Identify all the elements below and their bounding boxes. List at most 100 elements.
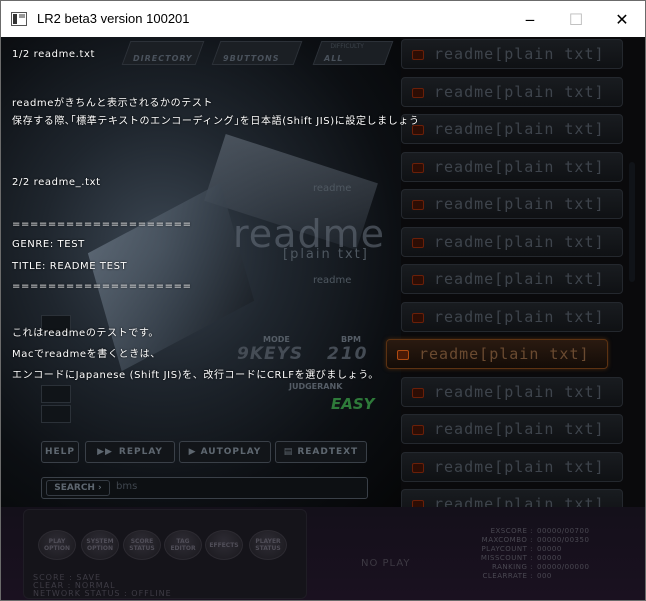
window-title: LR2 beta3 version 100201 [37,11,190,26]
song-list-item[interactable]: readme[plain txt] [401,414,623,444]
stat-value: 00000/00700 [537,527,590,535]
stat-key: MAXCOMBO : [481,536,533,544]
app-icon [11,12,27,26]
close-button[interactable]: ✕ [599,1,645,37]
folder-icon [412,237,424,248]
folder-icon [412,462,424,473]
help-button[interactable]: HELP [41,441,79,463]
song-list-item[interactable]: readme[plain txt] [401,151,623,182]
song-list-item-label: readme[plain txt] [434,157,605,176]
stat-value: 00000/00000 [537,563,590,571]
stat-line: MISSCOUNT : 00000 [471,554,621,563]
folder-icon [412,387,424,398]
app-window: LR2 beta3 version 100201 ‒ ☐ ✕ DIRECTORY… [0,0,646,601]
readme-line: 保存する際､｢標準テキストのエンコーディング｣を日本語(Shift JIS)に設… [12,116,420,127]
readme-line: GENRE: TEST [12,239,85,250]
song-list-item[interactable]: readme[plain txt] [401,114,623,144]
tab-keys[interactable]: 9BUTTONS [211,41,303,65]
network-status: NETWORK STATUS : OFFLINE [33,589,172,598]
play-icon: ▶ [188,447,197,457]
scrollbar[interactable] [629,162,635,282]
readme-line: readmeがきちんと表示されるかのテスト [12,98,214,109]
readme-line: ==================== [12,281,192,292]
option-button[interactable]: SCORE STATUS [123,530,161,560]
stat-line: EXSCORE : 00000/00700 [471,527,621,536]
replay-button[interactable]: ▶▶ REPLAY [85,441,175,463]
song-list-item[interactable]: readme[plain txt] [401,376,623,407]
song-list-item[interactable]: readme[plain txt] [401,301,623,332]
tab-directory[interactable]: DIRECTORY [121,41,205,65]
tab-label: DIRECTORY [132,54,193,63]
judgerank-label: JUDGERANK [289,382,343,391]
song-list-item-label: readme[plain txt] [434,195,605,213]
readme-line: ==================== [12,219,192,230]
document-icon: ▤ [283,447,294,457]
folder-icon [412,425,424,435]
song-list-item-label: readme[plain txt] [419,345,590,363]
judgerank-value: EASY [331,395,375,413]
song-list-item[interactable]: readme[plain txt] [401,189,623,219]
readme-line: TITLE: README TEST [12,261,128,272]
readtext-button[interactable]: ▤ READTEXT [275,441,367,463]
search-input[interactable]: SEARCH › bms [41,477,368,499]
song-list-item[interactable]: readme[plain txt] [401,451,623,482]
search-value: bms [116,481,138,492]
stat-value: 00000 [537,545,562,553]
song-list-item[interactable]: readme[plain txt] [401,76,623,107]
song-subtitle: [plain txt] [283,247,369,262]
option-button[interactable]: TAG EDITOR [164,530,202,560]
folder-icon [412,200,424,210]
mode-label: MODE [263,335,290,344]
title-bar[interactable]: LR2 beta3 version 100201 ‒ ☐ ✕ [1,1,645,37]
song-list-item[interactable]: readme[plain txt] [401,39,623,69]
stat-key: CLEARRATE : [482,572,533,580]
option-button[interactable]: PLAYER STATUS [249,530,287,560]
tab-small-label: DIFFICULTY [330,43,364,50]
tab-label: ALL [323,54,344,63]
tab-label: 9BUTTONS [222,54,280,63]
tab-difficulty[interactable]: DIFFICULTY ALL [312,41,394,65]
readme-line: Macでreadmeを書くときは、 [12,349,161,360]
level-box [41,405,71,423]
game-screen: DIRECTORY 9BUTTONS DIFFICULTY ALL readme… [1,37,645,600]
song-genre: readme [313,275,352,286]
stat-key: RANKING : [491,563,533,571]
chevron-right-icon: › [97,483,102,493]
readme-line: これはreadmeのテストです。 [12,328,160,339]
minimize-button[interactable]: ‒ [507,1,553,37]
folder-icon [412,275,424,285]
autoplay-button[interactable]: ▶ AUTOPLAY [179,441,271,463]
replay-label: REPLAY [118,447,163,457]
song-list-item-label: readme[plain txt] [434,382,605,401]
folder-icon [412,87,424,98]
readme-line: 1/2 readme.txt [12,49,96,60]
song-list-item[interactable]: readme[plain txt] [401,226,623,257]
stat-key: PLAYCOUNT : [481,545,533,553]
bpm-label: BPM [341,335,361,344]
folder-icon [412,312,424,323]
song-list-item[interactable]: readme[plain txt] [401,264,623,294]
stats-panel: EXSCORE : 00000/00700 MAXCOMBO : 00000/0035… [471,527,621,581]
option-button[interactable]: SYSTEM OPTION [81,530,119,560]
mode-value: 9KEYS [237,344,304,364]
stat-value: 000 [537,572,552,580]
autoplay-label: AUTOPLAY [200,447,262,457]
song-list-item[interactable]: readme[plain txt] [386,339,608,369]
option-button[interactable]: PLAY OPTION [38,530,76,560]
stat-value: 00000 [537,554,562,562]
readme-line: エンコードにJapanese (Shift JIS)を、改行コードにCRLFを選… [12,370,379,381]
song-artist: readme [313,183,352,194]
stat-key: MISSCOUNT : [480,554,533,562]
song-list-item-label: readme[plain txt] [434,232,605,251]
stat-value: 00000/00350 [537,536,590,544]
stat-line: CLEARRATE : 000 [471,572,621,581]
bpm-value: 210 [327,344,369,364]
song-list-item-label: readme[plain txt] [434,120,605,138]
song-list-item-label: readme[plain txt] [434,307,605,326]
song-list-item-label: readme[plain txt] [434,82,605,101]
stat-key: EXSCORE : [490,527,533,535]
folder-icon [397,350,409,360]
maximize-button[interactable]: ☐ [553,1,599,37]
replay-icon: ▶▶ [97,447,113,457]
option-button[interactable]: EFFECTS [205,530,243,560]
